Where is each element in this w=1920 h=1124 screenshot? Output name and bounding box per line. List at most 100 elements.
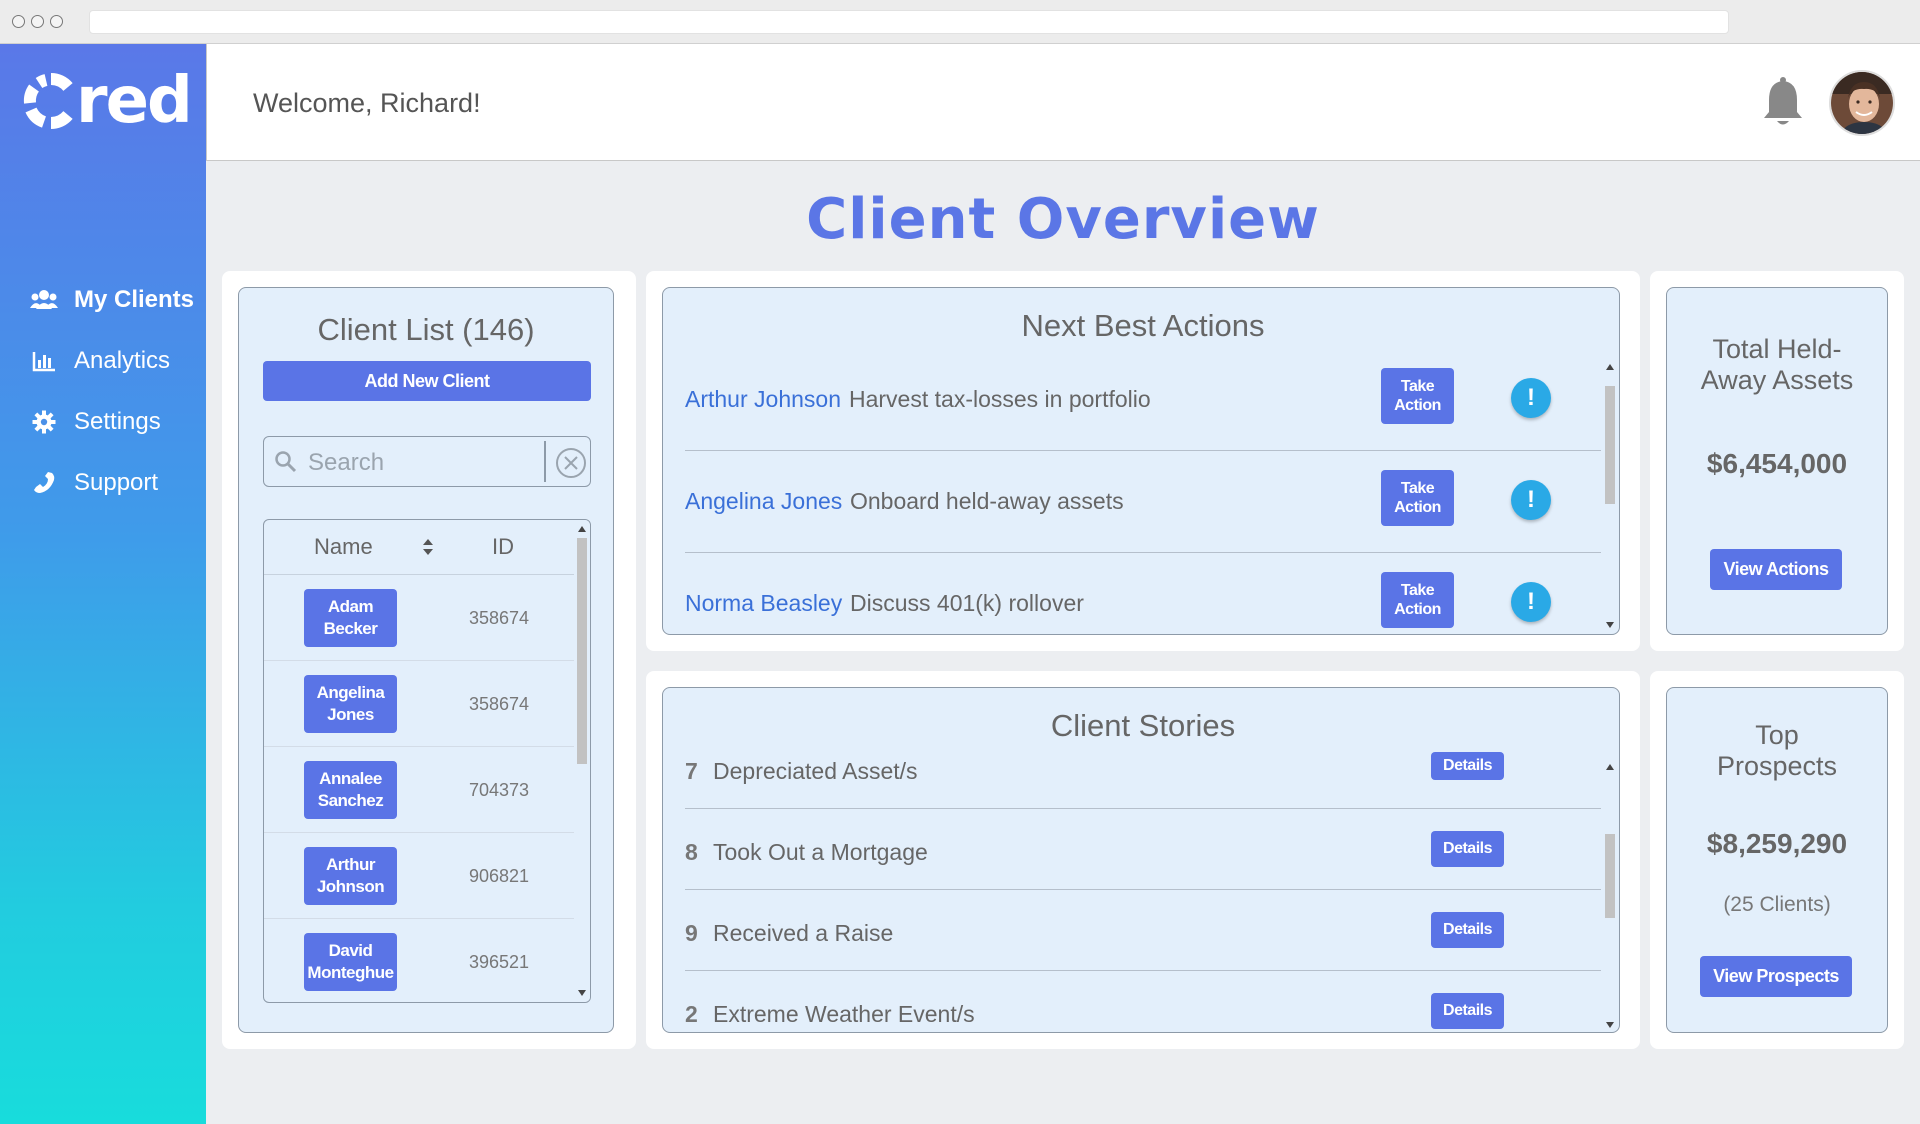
scroll-up-arrow-icon[interactable] xyxy=(578,526,586,532)
sidebar-item-support[interactable]: Support xyxy=(0,452,206,513)
scroll-down-arrow-icon[interactable] xyxy=(1606,1022,1614,1028)
take-action-button[interactable]: Take Action xyxy=(1381,470,1454,526)
story-item: 9 Received a Raise Details xyxy=(685,890,1601,971)
sidebar-item-analytics[interactable]: Analytics xyxy=(0,330,206,391)
action-item: Angelina Jones Onboard held-away assets … xyxy=(685,470,1601,553)
scroll-up-arrow-icon[interactable] xyxy=(1606,364,1614,370)
sidebar: red My Clients Analytics Settings Suppor… xyxy=(0,44,206,1124)
details-button[interactable]: Details xyxy=(1431,752,1504,780)
client-name-button[interactable]: Angelina Jones xyxy=(304,675,397,733)
table-row: Angelina Jones 358674 xyxy=(264,661,574,747)
client-name-button[interactable]: Annalee Sanchez xyxy=(304,761,397,819)
table-row: David Monteghue 396521 xyxy=(264,919,574,1002)
user-avatar[interactable] xyxy=(1829,70,1895,136)
button-label-line: Action xyxy=(1394,397,1441,414)
held-away-assets-card: Total Held- Away Assets $6,454,000 View … xyxy=(1650,271,1904,651)
view-prospects-button[interactable]: View Prospects xyxy=(1700,956,1852,997)
actions-scrollbar[interactable] xyxy=(1603,364,1617,632)
brand-logo[interactable]: red xyxy=(22,66,193,136)
held-away-title-line2: Away Assets xyxy=(1700,365,1854,395)
scroll-down-arrow-icon[interactable] xyxy=(578,990,586,996)
view-actions-button[interactable]: View Actions xyxy=(1710,549,1842,590)
next-best-actions-card: Next Best Actions Arthur Johnson Harvest… xyxy=(646,271,1640,651)
client-first-name: Angelina xyxy=(316,683,385,702)
client-id: 704373 xyxy=(469,780,530,800)
page-title: Client Overview xyxy=(806,187,1320,252)
phone-icon xyxy=(30,469,58,497)
stories-scrollbar[interactable] xyxy=(1603,764,1617,1032)
action-client-link[interactable]: Norma Beasley xyxy=(685,590,842,617)
clear-search-icon[interactable] xyxy=(554,446,588,480)
top-header: Welcome, Richard! xyxy=(206,44,1920,161)
next-best-actions-panel: Next Best Actions Arthur Johnson Harvest… xyxy=(662,287,1620,635)
client-name-button[interactable]: Adam Becker xyxy=(304,589,397,647)
client-list-panel: Client List (146) Add New Client Search … xyxy=(238,287,614,1033)
prospects-title: Top Prospects xyxy=(1667,720,1887,782)
client-name-button[interactable]: Arthur Johnson xyxy=(304,847,397,905)
prospects-title-line1: Top xyxy=(1755,720,1799,750)
notification-bell-icon[interactable] xyxy=(1761,76,1805,133)
column-header-id[interactable]: ID xyxy=(492,534,514,560)
client-table-scrollbar[interactable] xyxy=(574,520,590,1002)
take-action-button[interactable]: Take Action xyxy=(1381,572,1454,628)
story-label: Depreciated Asset/s xyxy=(713,758,918,784)
search-input[interactable]: Search xyxy=(308,449,384,477)
take-action-button[interactable]: Take Action xyxy=(1381,368,1454,424)
column-header-name[interactable]: Name xyxy=(314,534,373,560)
scroll-thumb[interactable] xyxy=(1605,834,1615,918)
details-button[interactable]: Details xyxy=(1431,831,1504,867)
next-best-actions-title: Next Best Actions xyxy=(1021,308,1265,343)
held-away-title-line1: Total Held- xyxy=(1712,334,1842,364)
sort-icon[interactable] xyxy=(422,538,434,556)
scroll-up-arrow-icon[interactable] xyxy=(1606,764,1614,770)
button-label-line: Action xyxy=(1394,601,1441,618)
held-away-value: $6,454,000 xyxy=(1706,448,1848,479)
story-label: Extreme Weather Event/s xyxy=(713,1001,975,1027)
client-name-button[interactable]: David Monteghue xyxy=(304,933,397,991)
action-client-link[interactable]: Angelina Jones xyxy=(685,488,842,515)
story-count: 7 xyxy=(685,758,698,784)
client-first-name: Annalee xyxy=(319,769,382,788)
alert-icon[interactable]: ! xyxy=(1511,582,1551,622)
alert-icon[interactable]: ! xyxy=(1511,480,1551,520)
client-first-name: Adam xyxy=(327,597,374,616)
logo-ring-icon xyxy=(23,72,73,130)
details-button[interactable]: Details xyxy=(1431,912,1504,948)
scroll-thumb[interactable] xyxy=(1605,386,1615,504)
sidebar-item-label: Settings xyxy=(74,407,161,435)
story-item: 7 Depreciated Asset/s Details xyxy=(685,728,1601,809)
client-last-name: Jones xyxy=(327,705,374,724)
add-new-client-button[interactable]: Add New Client xyxy=(263,361,591,401)
held-away-title: Total Held- Away Assets xyxy=(1667,334,1887,396)
table-row: Adam Becker 358674 xyxy=(264,575,574,661)
address-bar[interactable] xyxy=(89,10,1729,34)
client-list-title: Client List (146) xyxy=(317,312,535,347)
search-divider xyxy=(544,441,546,482)
button-label-line: Take xyxy=(1400,378,1435,395)
sidebar-item-my-clients[interactable]: My Clients xyxy=(0,269,206,330)
client-last-name: Johnson xyxy=(316,877,385,896)
sidebar-item-settings[interactable]: Settings xyxy=(0,391,206,452)
window-close-dot[interactable] xyxy=(12,15,25,28)
sidebar-nav: My Clients Analytics Settings Support xyxy=(0,269,206,513)
details-button[interactable]: Details xyxy=(1431,993,1504,1029)
client-search-box[interactable]: Search xyxy=(263,436,591,487)
client-first-name: Arthur xyxy=(326,855,375,874)
window-maximize-dot[interactable] xyxy=(50,15,63,28)
action-client-link[interactable]: Arthur Johnson xyxy=(685,386,841,413)
scroll-down-arrow-icon[interactable] xyxy=(1606,622,1614,628)
table-header: Name ID xyxy=(264,520,574,575)
client-id: 906821 xyxy=(469,866,530,886)
sidebar-item-label: Support xyxy=(74,468,159,496)
story-item: 8 Took Out a Mortgage Details xyxy=(685,809,1601,890)
gear-icon xyxy=(30,408,58,436)
prospects-value: $8,259,290 xyxy=(1706,828,1848,859)
button-label-line: Take xyxy=(1400,582,1435,599)
alert-icon[interactable]: ! xyxy=(1511,378,1551,418)
main-content: Client Overview Client List (146) Add Ne… xyxy=(206,161,1920,1124)
search-icon xyxy=(275,451,297,473)
scroll-thumb[interactable] xyxy=(577,538,587,764)
window-minimize-dot[interactable] xyxy=(31,15,44,28)
top-prospects-panel: Top Prospects $8,259,290 (25 Clients) Vi… xyxy=(1666,687,1888,1033)
client-last-name: Becker xyxy=(323,619,378,638)
